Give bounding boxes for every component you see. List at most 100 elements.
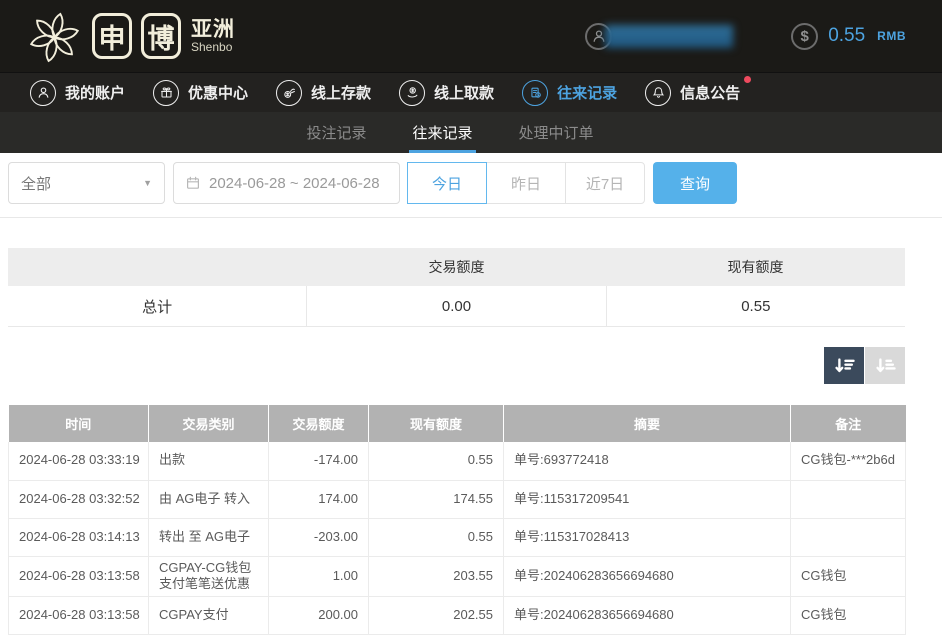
nav-item-withdraw[interactable]: 线上取款 (399, 80, 494, 106)
nav-item-label: 信息公告 (680, 82, 740, 103)
cell-amount: 174.00 (269, 480, 369, 518)
cell-balance: 174.55 (369, 480, 504, 518)
cell-type: 由 AG电子 转入 (149, 480, 269, 518)
calendar-icon (185, 175, 201, 191)
cell-remark: CG钱包 (791, 597, 906, 635)
summary-header-empty (8, 248, 307, 286)
cell-type: 转出 至 AG电子 (149, 518, 269, 556)
summary-table: 交易额度 现有额度 总计 0.00 0.55 (8, 248, 905, 327)
bell-icon (645, 80, 671, 106)
cell-time: 2024-06-28 03:32:52 (9, 480, 149, 518)
cell-remark (791, 480, 906, 518)
table-header-row: 时间 交易类别 交易额度 现有额度 摘要 备注 (9, 405, 906, 442)
cell-summary: 单号:693772418 (504, 442, 791, 480)
nav-item-announcements[interactable]: 信息公告 (645, 80, 740, 106)
summary-transaction-total: 0.00 (306, 286, 605, 326)
records-icon (522, 80, 548, 106)
cell-remark: CG钱包 (791, 556, 906, 597)
cell-type: CGPAY支付 (149, 597, 269, 635)
cell-amount: 200.00 (269, 597, 369, 635)
transactions-table: 时间 交易类别 交易额度 现有额度 摘要 备注 2024-06-28 03:33… (8, 405, 906, 635)
col-header-remark: 备注 (791, 405, 906, 442)
col-header-type: 交易类别 (149, 405, 269, 442)
nav-item-label: 线上存款 (311, 82, 371, 103)
col-header-time: 时间 (9, 405, 149, 442)
nav-item-label: 往来记录 (557, 82, 617, 103)
cell-summary: 单号:202406283656694680 (504, 556, 791, 597)
tab-label: 往来记录 (412, 122, 472, 143)
summary-header-row: 交易额度 现有额度 (8, 248, 905, 286)
quick-filter-last-7-days[interactable]: 近7日 (565, 162, 645, 204)
top-bar: 申 博 亚洲 Shenbo $ 0.55 RMB (0, 0, 942, 72)
summary-header-current: 现有额度 (606, 248, 905, 286)
balance-currency: RMB (877, 29, 906, 43)
tab-label: 处理中订单 (519, 122, 594, 143)
cell-time: 2024-06-28 03:33:19 (9, 442, 149, 480)
cell-remark (791, 518, 906, 556)
cell-amount: -203.00 (269, 518, 369, 556)
withdraw-icon (399, 80, 425, 106)
nav-item-label: 我的账户 (65, 82, 125, 103)
nav-item-my-account[interactable]: 我的账户 (30, 80, 125, 106)
brand-name-en: Shenbo (191, 41, 235, 54)
nav-item-records[interactable]: 往来记录 (522, 80, 617, 106)
brand-region: 亚洲 (191, 18, 235, 41)
deposit-icon (276, 80, 302, 106)
date-quick-filter-group: 今日 昨日 近7日 (408, 162, 645, 204)
dollar-coin-icon: $ (791, 23, 818, 50)
sort-descending-button[interactable] (824, 347, 864, 384)
main-nav: 我的账户 优惠中心 线上存款 线上取款 往来记录 信息公告 (0, 72, 942, 112)
cell-balance: 203.55 (369, 556, 504, 597)
cell-amount: -174.00 (269, 442, 369, 480)
col-header-summary: 摘要 (504, 405, 791, 442)
table-row: 2024-06-28 03:32:52 由 AG电子 转入 174.00 174… (9, 480, 906, 518)
sort-descending-icon (833, 356, 856, 375)
cell-summary: 单号:115317028413 (504, 518, 791, 556)
flower-logo-icon (26, 8, 83, 65)
col-header-balance: 现有额度 (369, 405, 504, 442)
nav-item-label: 优惠中心 (188, 82, 248, 103)
brand-char-shen: 申 (92, 13, 132, 59)
notification-dot (744, 76, 751, 83)
cell-amount: 1.00 (269, 556, 369, 597)
chevron-down-icon: ▼ (143, 178, 152, 188)
date-range-input[interactable]: 2024-06-28 ~ 2024-06-28 (173, 162, 400, 204)
cell-balance: 0.55 (369, 518, 504, 556)
sort-ascending-button[interactable] (865, 347, 905, 384)
table-row: 2024-06-28 03:14:13 转出 至 AG电子 -203.00 0.… (9, 518, 906, 556)
col-header-amount: 交易额度 (269, 405, 369, 442)
sort-ascending-icon (874, 356, 897, 375)
cell-time: 2024-06-28 03:13:58 (9, 556, 149, 597)
table-row: 2024-06-28 03:33:19 出款 -174.00 0.55 单号:6… (9, 442, 906, 480)
tab-pending-orders[interactable]: 处理中订单 (519, 112, 594, 153)
cell-time: 2024-06-28 03:14:13 (9, 518, 149, 556)
summary-total-row: 总计 0.00 0.55 (8, 286, 905, 327)
quick-filter-today[interactable]: 今日 (407, 162, 487, 204)
table-row: 2024-06-28 03:13:58 CGPAY-CG钱包支付笔笔送优惠 1.… (9, 556, 906, 597)
cell-time: 2024-06-28 03:13:58 (9, 597, 149, 635)
search-button[interactable]: 查询 (653, 162, 737, 204)
summary-current-total: 0.55 (606, 286, 905, 326)
sub-tab-bar: 投注记录 往来记录 处理中订单 (0, 112, 942, 153)
user-account-chip[interactable] (585, 23, 733, 50)
summary-total-label: 总计 (8, 286, 306, 326)
date-range-value: 2024-06-28 ~ 2024-06-28 (209, 175, 380, 192)
nav-item-label: 线上取款 (434, 82, 494, 103)
type-select-value: 全部 (21, 173, 51, 194)
type-select[interactable]: 全部 ▼ (8, 162, 165, 204)
cell-summary: 单号:202406283656694680 (504, 597, 791, 635)
wallet-balance[interactable]: $ 0.55 RMB (791, 23, 906, 50)
brand-logo[interactable]: 申 博 亚洲 Shenbo (26, 8, 235, 65)
gift-icon (153, 80, 179, 106)
quick-filter-yesterday[interactable]: 昨日 (486, 162, 566, 204)
table-row: 2024-06-28 03:13:58 CGPAY支付 200.00 202.5… (9, 597, 906, 635)
summary-header-transaction: 交易额度 (307, 248, 606, 286)
tab-transaction-records[interactable]: 往来记录 (412, 112, 472, 153)
tab-bet-records[interactable]: 投注记录 (306, 112, 366, 153)
nav-item-deposit[interactable]: 线上存款 (276, 80, 371, 106)
nav-item-promotions[interactable]: 优惠中心 (153, 80, 248, 106)
cell-type: CGPAY-CG钱包支付笔笔送优惠 (149, 556, 269, 597)
tab-label: 投注记录 (306, 122, 366, 143)
section-divider (0, 217, 942, 218)
sort-controls (8, 347, 905, 384)
